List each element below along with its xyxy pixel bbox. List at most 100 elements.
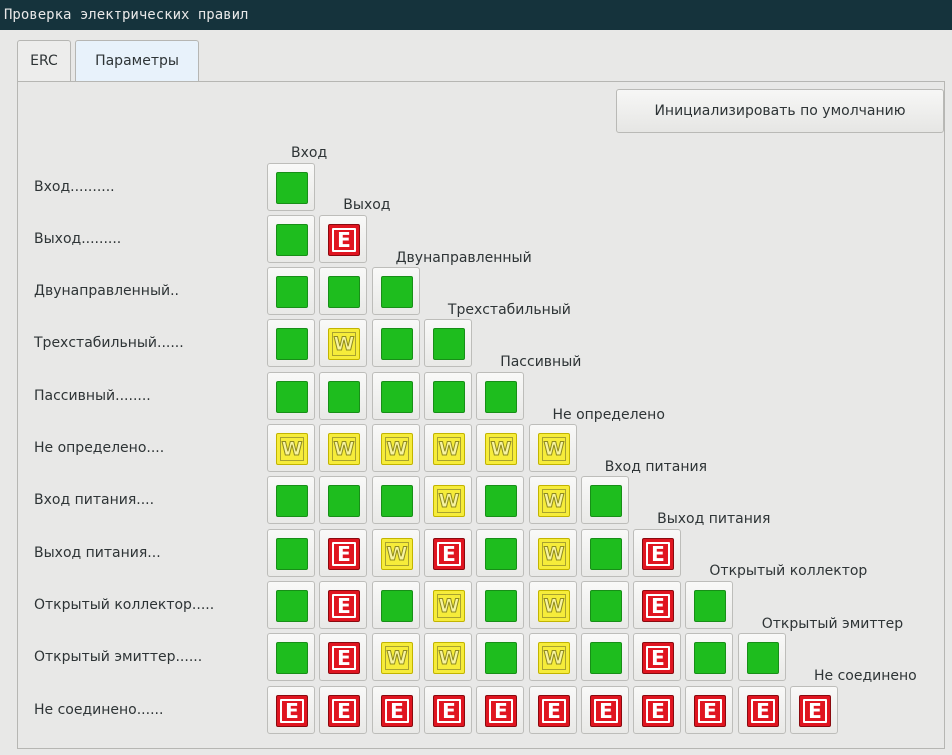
- matrix-cell-power-input-unspecified[interactable]: W: [529, 476, 577, 524]
- matrix-cell-tristate-output[interactable]: W: [319, 319, 367, 367]
- matrix-cell-unspecified-input[interactable]: W: [267, 424, 315, 472]
- matrix-cell-unspecified-bidirectional[interactable]: W: [372, 424, 420, 472]
- warning-icon: W: [538, 590, 570, 622]
- matrix-cell-not-connected-tristate[interactable]: E: [424, 686, 472, 734]
- matrix-cell-power-input-power-input[interactable]: [581, 476, 629, 524]
- warning-icon: W: [538, 538, 570, 570]
- ok-icon: [590, 538, 622, 570]
- matrix-cell-not-connected-passive[interactable]: E: [476, 686, 524, 734]
- ok-icon: [276, 328, 308, 360]
- matrix-cell-open-collector-unspecified[interactable]: W: [529, 581, 577, 629]
- matrix-cell-open-emitter-input[interactable]: [267, 633, 315, 681]
- matrix-cell-power-output-power-input[interactable]: [581, 529, 629, 577]
- matrix-cell-power-output-output[interactable]: E: [319, 529, 367, 577]
- matrix-cell-open-emitter-tristate[interactable]: W: [424, 633, 472, 681]
- matrix-cell-power-input-output[interactable]: [319, 476, 367, 524]
- matrix-cell-open-collector-open-collector[interactable]: [685, 581, 733, 629]
- matrix-cell-open-emitter-passive[interactable]: [476, 633, 524, 681]
- matrix-cell-not-connected-open-collector[interactable]: E: [685, 686, 733, 734]
- ok-icon: [276, 642, 308, 674]
- matrix-cell-passive-input[interactable]: [267, 372, 315, 420]
- matrix-cell-power-output-passive[interactable]: [476, 529, 524, 577]
- error-icon: E: [642, 695, 674, 727]
- matrix-cell-not-connected-power-input[interactable]: E: [581, 686, 629, 734]
- error-icon: E: [433, 538, 465, 570]
- ok-icon: [590, 485, 622, 517]
- error-icon: E: [328, 538, 360, 570]
- matrix-cell-not-connected-output[interactable]: E: [319, 686, 367, 734]
- matrix-cell-power-output-unspecified[interactable]: W: [529, 529, 577, 577]
- matrix-cell-power-input-input[interactable]: [267, 476, 315, 524]
- matrix-cell-open-emitter-output[interactable]: E: [319, 633, 367, 681]
- matrix-cell-unspecified-passive[interactable]: W: [476, 424, 524, 472]
- matrix-cell-tristate-tristate[interactable]: [424, 319, 472, 367]
- matrix-cell-open-emitter-power-input[interactable]: [581, 633, 629, 681]
- ok-icon: [328, 485, 360, 517]
- matrix-cell-unspecified-tristate[interactable]: W: [424, 424, 472, 472]
- tab-erc[interactable]: ERC: [17, 40, 71, 82]
- col-label-not-connected: Не соединено: [814, 668, 917, 684]
- warning-icon: W: [433, 642, 465, 674]
- matrix-cell-not-connected-input[interactable]: E: [267, 686, 315, 734]
- matrix-cell-passive-tristate[interactable]: [424, 372, 472, 420]
- matrix-cell-output-output[interactable]: E: [319, 215, 367, 263]
- matrix-cell-power-output-power-output[interactable]: E: [633, 529, 681, 577]
- matrix-cell-open-emitter-unspecified[interactable]: W: [529, 633, 577, 681]
- error-icon: E: [328, 590, 360, 622]
- error-icon: E: [799, 695, 831, 727]
- matrix-cell-passive-bidirectional[interactable]: [372, 372, 420, 420]
- warning-icon: W: [276, 433, 308, 465]
- matrix-cell-bidirectional-input[interactable]: [267, 267, 315, 315]
- matrix-cell-open-emitter-power-output[interactable]: E: [633, 633, 681, 681]
- col-label-passive: Пассивный: [500, 354, 582, 371]
- warning-icon: W: [381, 433, 413, 465]
- warning-icon: W: [433, 485, 465, 517]
- matrix-cell-open-emitter-bidirectional[interactable]: W: [372, 633, 420, 681]
- matrix-cell-power-input-bidirectional[interactable]: [372, 476, 420, 524]
- ok-icon: [694, 590, 726, 622]
- matrix-cell-open-collector-tristate[interactable]: W: [424, 581, 472, 629]
- matrix-cell-not-connected-power-output[interactable]: E: [633, 686, 681, 734]
- matrix-cell-power-output-bidirectional[interactable]: W: [372, 529, 420, 577]
- matrix-cell-power-output-input[interactable]: [267, 529, 315, 577]
- warning-icon: W: [538, 485, 570, 517]
- matrix-cell-open-collector-output[interactable]: E: [319, 581, 367, 629]
- warning-icon: W: [328, 328, 360, 360]
- matrix-cell-bidirectional-output[interactable]: [319, 267, 367, 315]
- row-label-passive: Пассивный........: [34, 387, 151, 404]
- matrix-cell-passive-output[interactable]: [319, 372, 367, 420]
- matrix-cell-unspecified-output[interactable]: W: [319, 424, 367, 472]
- reset-defaults-button[interactable]: Инициализировать по умолчанию: [616, 89, 944, 133]
- matrix-cell-input-input[interactable]: [267, 163, 315, 211]
- ok-icon: [276, 538, 308, 570]
- matrix-cell-passive-passive[interactable]: [476, 372, 524, 420]
- matrix-cell-open-collector-input[interactable]: [267, 581, 315, 629]
- matrix-cell-tristate-input[interactable]: [267, 319, 315, 367]
- matrix-cell-open-collector-passive[interactable]: [476, 581, 524, 629]
- error-icon: E: [538, 695, 570, 727]
- matrix-cell-bidirectional-bidirectional[interactable]: [372, 267, 420, 315]
- matrix-cell-unspecified-unspecified[interactable]: W: [529, 424, 577, 472]
- matrix-cell-not-connected-not-connected[interactable]: E: [790, 686, 838, 734]
- ok-icon: [590, 642, 622, 674]
- col-label-input: Вход: [291, 145, 328, 161]
- matrix-cell-not-connected-bidirectional[interactable]: E: [372, 686, 420, 734]
- error-icon: E: [590, 695, 622, 727]
- matrix-cell-power-input-tristate[interactable]: W: [424, 476, 472, 524]
- matrix-cell-not-connected-open-emitter[interactable]: E: [738, 686, 786, 734]
- matrix-cell-open-collector-power-input[interactable]: [581, 581, 629, 629]
- matrix-cell-not-connected-unspecified[interactable]: E: [529, 686, 577, 734]
- matrix-cell-power-output-tristate[interactable]: E: [424, 529, 472, 577]
- matrix-cell-power-input-passive[interactable]: [476, 476, 524, 524]
- matrix-cell-output-input[interactable]: [267, 215, 315, 263]
- ok-icon: [276, 590, 308, 622]
- ok-icon: [433, 381, 465, 413]
- matrix-cell-open-emitter-open-collector[interactable]: [685, 633, 733, 681]
- matrix-cell-open-collector-bidirectional[interactable]: [372, 581, 420, 629]
- error-icon: E: [642, 538, 674, 570]
- matrix-cell-open-emitter-open-emitter[interactable]: [738, 633, 786, 681]
- matrix-cell-tristate-bidirectional[interactable]: [372, 319, 420, 367]
- matrix-cell-open-collector-power-output[interactable]: E: [633, 581, 681, 629]
- window-title: Проверка электрических правил: [0, 0, 952, 30]
- tab-parameters[interactable]: Параметры: [75, 40, 199, 83]
